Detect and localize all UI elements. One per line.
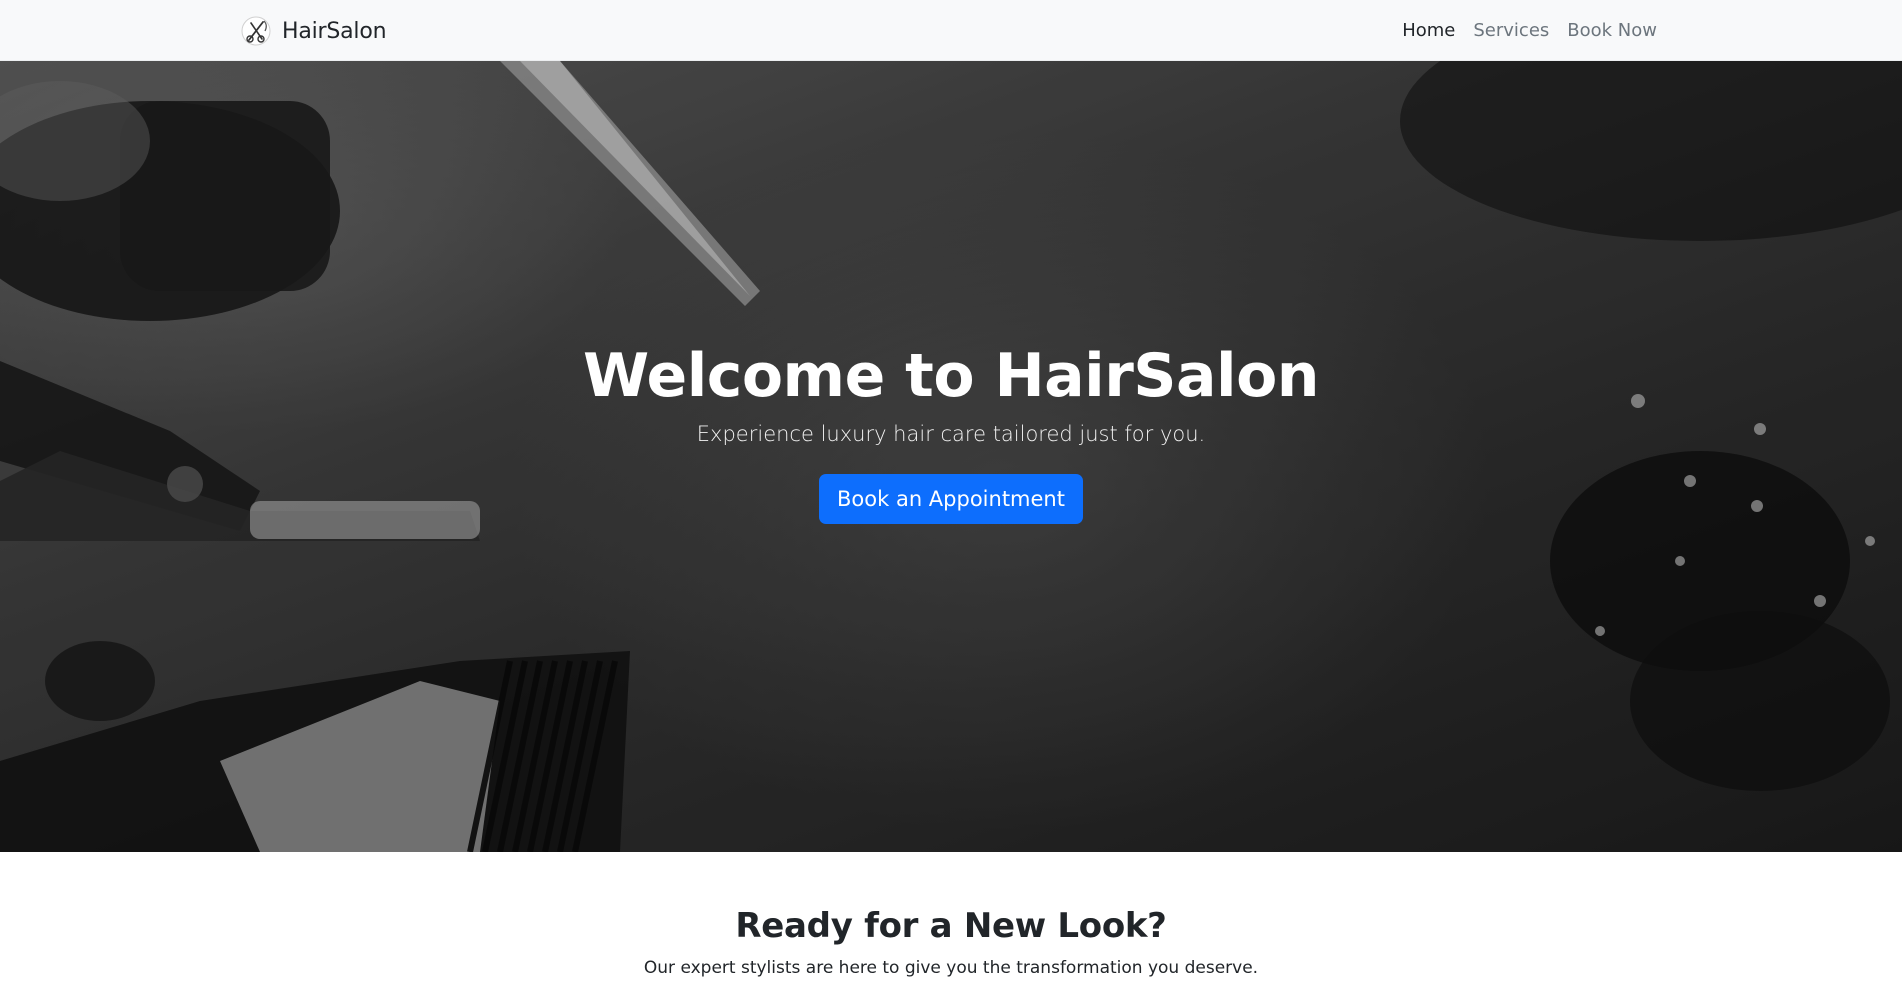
nav-link-book-now[interactable]: Book Now: [1567, 20, 1657, 41]
brand-name: HairSalon: [282, 18, 387, 44]
cta-title: Ready for a New Look?: [735, 906, 1167, 946]
hero-title: Welcome to HairSalon: [582, 340, 1320, 411]
nav-link-services[interactable]: Services: [1473, 20, 1549, 41]
book-appointment-button[interactable]: Book an Appointment: [819, 473, 1083, 524]
nav-link-home[interactable]: Home: [1402, 20, 1455, 41]
navbar: HairSalon Home Services Book Now: [0, 0, 1902, 61]
nav-links: Home Services Book Now: [1402, 0, 1657, 61]
hero-section: Welcome to HairSalon Experience luxury h…: [0, 61, 1902, 852]
scissors-logo-icon: [241, 16, 271, 46]
hero-content: Welcome to HairSalon Experience luxury h…: [0, 61, 1902, 852]
cta-text: Our expert stylists are here to give you…: [643, 958, 1259, 978]
brand-link[interactable]: HairSalon: [240, 14, 387, 48]
cta-section: Ready for a New Look? Our expert stylist…: [0, 852, 1902, 990]
hero-subtitle: Experience luxury hair care tailored jus…: [696, 421, 1206, 446]
